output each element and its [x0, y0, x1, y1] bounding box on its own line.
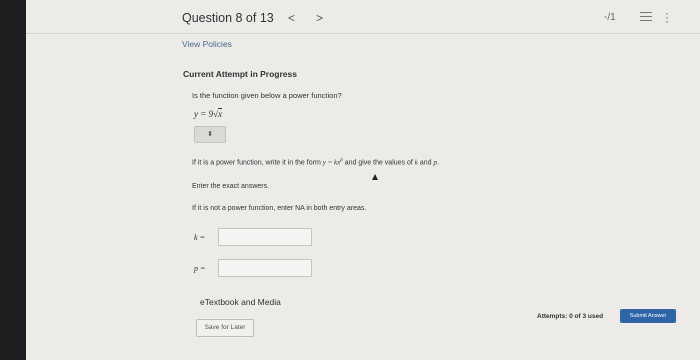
p-input[interactable] [218, 259, 312, 277]
next-question-button[interactable]: > [316, 11, 323, 25]
k-label: k = [194, 233, 205, 242]
instruction-line-2: Enter the exact answers. [192, 183, 270, 190]
submit-answer-button[interactable]: Submit Answer [620, 309, 676, 323]
view-policies-link[interactable]: View Policies [182, 39, 232, 49]
etextbook-media-link[interactable]: eTextbook and Media [200, 297, 281, 307]
kebab-icon[interactable]: · · · [664, 7, 670, 27]
p-label: p = [194, 264, 206, 273]
header-divider [26, 33, 700, 34]
question-title: Question 8 of 13 [182, 11, 274, 25]
function-formula: y = 9√x [194, 109, 222, 119]
save-for-later-button[interactable]: Save for Later [196, 319, 254, 337]
attempt-heading: Current Attempt in Progress [183, 69, 297, 79]
formula-radicand: x [218, 109, 223, 119]
list-icon[interactable] [640, 12, 652, 22]
question-header: Question 8 of 13 < > -/1 · · · [26, 0, 700, 34]
quiz-page: Question 8 of 13 < > -/1 · · · View Polici… [26, 0, 700, 360]
question-score: -/1 [604, 12, 616, 23]
mouse-cursor-icon [372, 174, 378, 180]
question-text: Is the function given below a power func… [192, 91, 342, 100]
instruction-line-1: If it is a power function, write it in t… [192, 158, 439, 167]
k-input[interactable] [218, 228, 312, 246]
previous-question-button[interactable]: < [288, 11, 295, 25]
instruction-line-3: If it is not a power function, enter NA … [192, 205, 367, 212]
formula-eq: = 9 [198, 109, 214, 119]
attempts-counter: Attempts: 0 of 3 used [537, 313, 604, 320]
yes-no-dropdown[interactable]: ⬍ [194, 126, 226, 143]
